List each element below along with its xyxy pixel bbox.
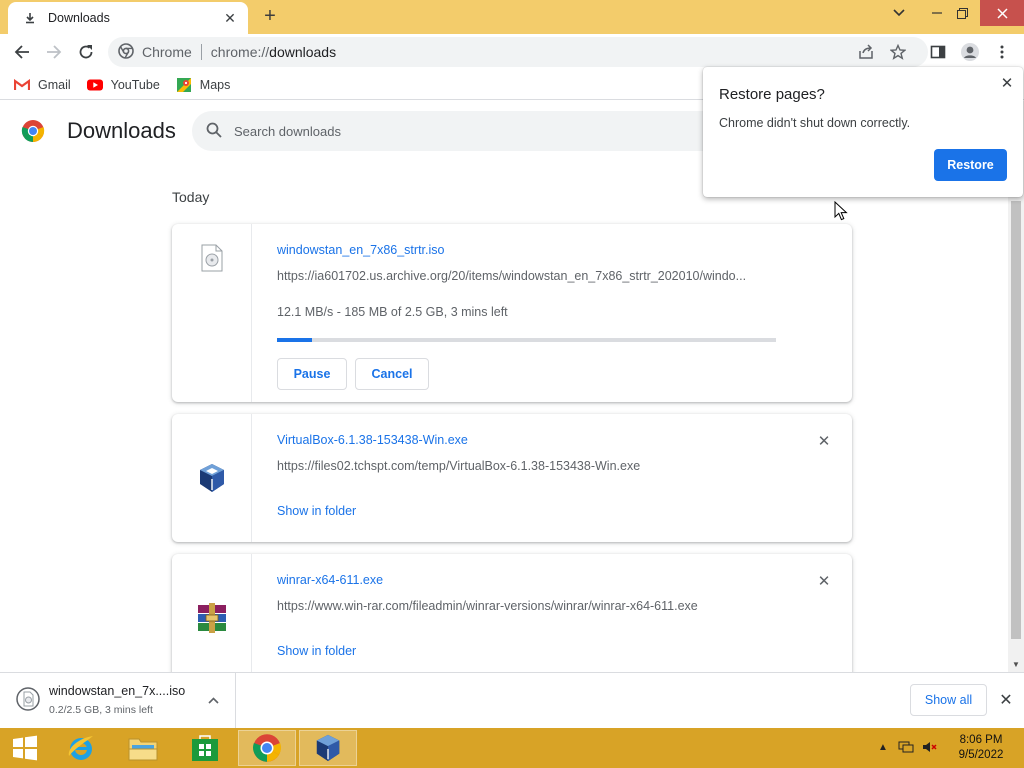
menu-kebab-icon[interactable] [992,42,1012,62]
toolbar: Chrome chrome://downloads [0,34,1024,70]
site-label: Chrome [142,44,192,60]
tab-close-icon[interactable]: ✕ [222,10,238,26]
reload-button[interactable] [74,40,98,64]
download-icon [22,10,38,26]
download-filename-link[interactable]: VirtualBox-6.1.38-153438-Win.exe [277,433,468,447]
chrome-taskbar-icon [253,734,281,762]
show-in-folder-link[interactable]: Show in folder [277,644,356,658]
system-clock[interactable]: 8:06 PM 9/5/2022 [948,733,1014,763]
bookmark-star-icon[interactable] [888,42,908,62]
taskbar-virtualbox[interactable] [299,730,357,766]
windows-store-icon [192,735,218,761]
bookmark-maps[interactable]: Maps [176,77,231,92]
iso-file-icon [201,244,222,272]
tab-title: Downloads [48,11,110,25]
search-placeholder: Search downloads [234,123,341,139]
download-progress-fill [277,338,312,342]
internet-explorer-icon [68,736,93,760]
bookmark-label: Maps [199,77,231,92]
file-icon-column [172,414,252,542]
scroll-down-arrow-icon[interactable]: ▼ [1008,658,1024,670]
date-section-label: Today [172,189,210,205]
file-icon-column [172,554,252,672]
bookmark-youtube[interactable]: YouTube [86,77,160,92]
show-all-button[interactable]: Show all [910,684,987,716]
dialog-message: Chrome didn't shut down correctly. [719,116,911,130]
shelf-download-item[interactable]: windowstan_en_7x....iso 0.2/2.5 GB, 3 mi… [0,673,236,728]
pause-button[interactable]: Pause [277,358,347,390]
winrar-icon [197,603,226,633]
download-shelf: windowstan_en_7x....iso 0.2/2.5 GB, 3 mi… [0,672,1024,728]
taskbar-internet-explorer[interactable] [52,730,110,766]
bookmark-gmail[interactable]: Gmail [14,78,71,92]
tab-search-icon[interactable] [884,0,914,26]
chevron-up-icon[interactable] [205,692,221,708]
chrome-site-icon [118,42,134,62]
scrollbar-thumb[interactable] [1011,201,1021,639]
dialog-title: Restore pages? [719,86,825,103]
download-card: winrar-x64-611.exe https://www.win-rar.c… [172,554,852,672]
download-progress-bar [277,338,776,342]
taskbar-store[interactable] [176,730,234,766]
download-filename-link[interactable]: windowstan_en_7x86_strtr.iso [277,243,444,257]
shelf-status: 0.2/2.5 GB, 3 mins left [49,704,153,716]
taskbar-file-explorer[interactable] [114,730,172,766]
maps-icon [176,77,192,92]
remove-download-icon[interactable]: ✕ [816,573,832,590]
download-status: 12.1 MB/s - 185 MB of 2.5 GB, 3 mins lef… [277,305,508,319]
cancel-button[interactable]: Cancel [355,358,429,390]
url-text: chrome://downloads [210,44,337,60]
omnibox-separator [200,44,202,60]
bookmark-label: YouTube [110,77,160,92]
download-filename-link[interactable]: winrar-x64-611.exe [277,573,383,587]
clock-date: 9/5/2022 [958,749,1004,761]
search-icon [206,122,222,141]
mouse-cursor-icon [834,201,848,221]
bookmark-label: Gmail [38,77,71,92]
share-icon[interactable] [856,42,876,62]
start-button[interactable] [0,730,50,766]
address-bar[interactable]: Chrome chrome://downloads [108,37,928,67]
dialog-close-icon[interactable]: ✕ [999,75,1015,92]
download-card: windowstan_en_7x86_strtr.iso https://ia6… [172,224,852,402]
restore-button[interactable]: Restore [934,149,1007,181]
show-in-folder-link[interactable]: Show in folder [277,504,356,518]
download-url[interactable]: https://ia601702.us.archive.org/20/items… [277,269,777,283]
show-hidden-icons-icon[interactable]: ▲ [874,738,892,756]
file-icon-column [172,224,252,402]
shelf-close-icon[interactable]: ✕ [998,692,1014,709]
tab-downloads[interactable]: Downloads ✕ [8,2,248,34]
download-url[interactable]: https://www.win-rar.com/fileadmin/winrar… [277,599,817,613]
new-tab-button[interactable]: + [259,5,281,27]
page-title: Downloads [67,118,176,143]
remove-download-icon[interactable]: ✕ [816,433,832,450]
network-icon[interactable] [897,738,915,756]
taskbar-chrome[interactable] [238,730,296,766]
gmail-icon [14,78,30,92]
clock-time: 8:06 PM [959,734,1003,746]
forward-button[interactable] [42,40,66,64]
windows-logo-icon [13,735,37,761]
side-panel-icon[interactable] [928,42,948,62]
title-bar: Downloads ✕ + [0,0,1024,34]
file-explorer-icon [128,738,158,761]
search-downloads-input[interactable]: Search downloads [192,111,712,151]
download-card: VirtualBox-6.1.38-153438-Win.exe https:/… [172,414,852,542]
restore-pages-dialog: Restore pages? Chrome didn't shut down c… [703,67,1023,197]
download-url[interactable]: https://files02.tchspt.com/temp/VirtualB… [277,459,777,473]
shelf-iso-file-icon [16,687,40,711]
virtualbox-taskbar-icon [316,734,340,762]
chrome-logo-icon [21,120,45,142]
profile-avatar-icon[interactable] [960,42,980,62]
youtube-icon [86,78,103,92]
windows-taskbar: ▲ 8:06 PM 9/5/2022 [0,728,1024,768]
virtualbox-icon [199,464,224,492]
close-window-button[interactable] [980,0,1024,26]
back-button[interactable] [10,40,34,64]
restore-window-button[interactable] [947,0,977,26]
volume-muted-icon[interactable] [921,738,939,756]
shelf-filename: windowstan_en_7x....iso [49,684,186,698]
